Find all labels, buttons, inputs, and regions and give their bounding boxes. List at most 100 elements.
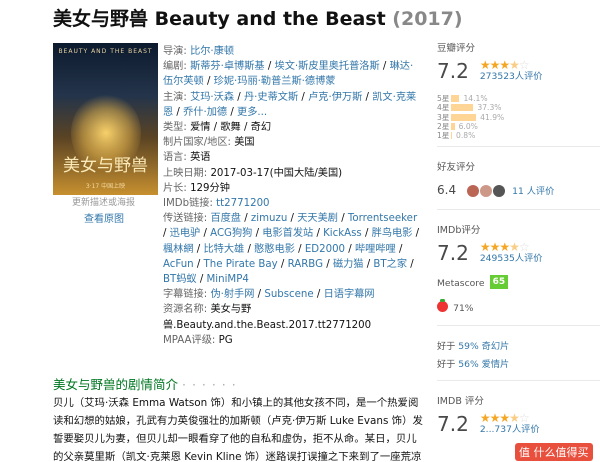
separator: / (363, 258, 374, 270)
douban-rating-label: 豆瓣评分 (437, 43, 476, 54)
download-link[interactable]: BT蚂蚁 (163, 274, 197, 285)
download-link[interactable]: KickAss (323, 228, 362, 239)
rating-bar-row: 1星 0.8% (437, 131, 600, 140)
director-link[interactable]: 比尔·康顿 (190, 46, 234, 57)
download-link[interactable]: MiniMP4 (207, 274, 249, 285)
cast-link[interactable]: 乔什·加德 (183, 107, 227, 118)
mpaa-value: PG (218, 334, 233, 346)
download-link[interactable]: 磁力猫 (333, 259, 364, 270)
download-link[interactable]: ACG狗狗 (210, 228, 252, 239)
subtitle-link[interactable]: 日语字幕网 (324, 289, 375, 300)
subtitle-link[interactable]: 伪·射手网 (210, 289, 254, 300)
download-link[interactable]: 哔哩哔哩 (355, 244, 396, 255)
download-link[interactable]: zimuzu (251, 213, 287, 224)
download-link[interactable]: Torrentseeker (348, 213, 417, 224)
update-poster-link[interactable]: 更新描述或海报 (72, 195, 135, 208)
download-link[interactable]: 胖鸟电影 (372, 228, 413, 239)
rating-bar (451, 132, 452, 140)
runtime-label: 片长: (163, 182, 187, 194)
imdb-link[interactable]: tt2771200 (216, 198, 269, 209)
download-link[interactable]: RARBG (288, 259, 323, 270)
imdb2-rating-label: IMDB 评分 (437, 396, 484, 408)
avatar[interactable] (467, 184, 480, 197)
poster-bottom-text: 3·17 中国上映 (85, 183, 126, 190)
separator: / (362, 91, 373, 103)
star-icon: ★ (509, 58, 520, 72)
imdb2-stars: ★★★★☆ (480, 412, 540, 424)
download-link[interactable]: 百度盘 (210, 213, 241, 224)
download-link[interactable]: 楓林網 (163, 244, 194, 255)
separator: / (200, 228, 211, 240)
separator: / (407, 258, 414, 270)
cast-link[interactable]: 艾玛·沃森 (190, 92, 234, 103)
download-link[interactable]: 电影首发站 (262, 228, 313, 239)
divider (437, 325, 600, 327)
better-category-link[interactable]: 奇幻片 (482, 341, 510, 352)
douban-rating-count[interactable]: 273523人评价 (480, 71, 543, 83)
runtime-value: 129分钟 (190, 182, 230, 194)
divider (437, 209, 600, 211)
imdb-label: IMDb链接: (163, 198, 213, 210)
better-category-link[interactable]: 爱情片 (482, 359, 510, 370)
download-link[interactable]: AcFun (163, 259, 194, 270)
cast-link[interactable]: 卢克·伊万斯 (308, 92, 362, 103)
download-link[interactable]: The Pirate Bay (204, 259, 278, 270)
mpaa-label: MPAA评级: (163, 334, 216, 346)
rating-bar-row: 4星 37.3% (437, 103, 600, 112)
star-icon: ★ (489, 58, 501, 72)
subtitle-link[interactable]: Subscene (264, 289, 313, 300)
star-icon: ★ (479, 240, 491, 255)
country-label: 制片国家/地区: (163, 137, 231, 149)
director-label: 导演: (163, 46, 187, 57)
star-icon: ★ (499, 58, 510, 72)
rating-sidebar: 豆瓣评分 7.2 ★★★★☆ 273523人评价 5星 14.1% 4星 37.3% 3… (437, 40, 600, 436)
cast-link[interactable]: 丹·史蒂文斯 (244, 92, 298, 103)
download-link[interactable]: 天天美剧 (297, 213, 338, 224)
imdb-score: 7.2 (437, 241, 469, 266)
separator: / (277, 258, 288, 270)
writer-link[interactable]: 珍妮·玛丽·勒普兰斯·德博蒙 (214, 76, 336, 87)
country-value: 美国 (234, 137, 255, 149)
star-icon: ★ (489, 411, 501, 426)
writer-list: 斯蒂芬·卓博斯基 / 埃文·斯皮里奥托普洛斯 / 琳达·伍尔芙顿 / 珍妮·玛丽… (163, 61, 413, 87)
download-link[interactable]: BT之家 (373, 259, 407, 270)
rating-bar (451, 123, 455, 131)
divider (437, 380, 600, 382)
separator: / (313, 228, 324, 240)
rating-bar-row: 2星 6.0% (437, 122, 600, 131)
writer-link[interactable]: 埃文·斯皮里奥托普洛斯 (275, 61, 380, 72)
friend-avatars[interactable] (467, 180, 506, 199)
star-icon: ★ (489, 240, 501, 255)
download-link[interactable]: ED2000 (305, 244, 345, 255)
download-link[interactable]: 迅电驴 (170, 228, 201, 239)
rating-percent: 41.9% (480, 112, 505, 122)
movie-poster[interactable]: BEAUTY AND THE BEAST 美女与野兽 3·17 中国上映 (53, 43, 158, 195)
view-original-link[interactable]: 查看原图 (84, 210, 124, 225)
separator: / (193, 243, 204, 255)
synopsis-text: 贝儿（艾玛·沃森 Emma Watson 饰）和小镇上的其他女孩不同，是一个热爱… (53, 397, 423, 462)
separator: / (298, 91, 309, 103)
writer-label: 编剧: (163, 61, 187, 73)
better-than-line-1: 好于 59% 奇幻片 (437, 338, 600, 352)
rating-bar (451, 113, 477, 121)
better-percent-link[interactable]: 56% (458, 359, 478, 370)
separator: / (264, 61, 275, 73)
download-link[interactable]: 比特大雄 (203, 244, 244, 255)
separator: / (254, 289, 265, 301)
douban-score: 7.2 (437, 59, 469, 83)
rating-distribution: 5星 14.1% 4星 37.3% 3星 41.9% 2星 6.0% 1星 0.8% (437, 94, 600, 140)
star-icon: ☆ (518, 58, 530, 72)
more-link[interactable]: 更多... (237, 107, 267, 118)
imdb2-rating-count[interactable]: 2...737人评价 (480, 424, 540, 436)
imdb-stars: ★★★★☆ (480, 241, 543, 253)
avatar[interactable] (480, 184, 493, 197)
star-icon: ★ (479, 58, 491, 72)
download-link[interactable]: 憨憨电影 (254, 244, 295, 255)
imdb-rating-count[interactable]: 249535人评价 (480, 253, 543, 265)
avatar[interactable] (493, 184, 506, 197)
friends-rating-count[interactable]: 11 人评价 (512, 183, 554, 197)
separator: / (361, 228, 372, 240)
rating-bar-row: 3星 41.9% (437, 113, 600, 122)
better-percent-link[interactable]: 59% (458, 341, 478, 352)
writer-link[interactable]: 斯蒂芬·卓博斯基 (190, 61, 265, 72)
